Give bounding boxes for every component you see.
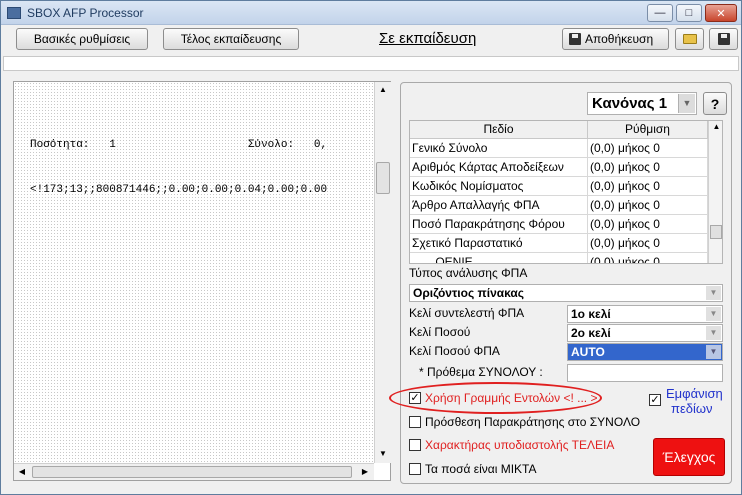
vat-analysis-label: Τύπος ανάλυσης ΦΠΑ <box>409 266 528 280</box>
table-row[interactable]: Σχετικό Παραστατικό (0,0) μήκος 0 <box>410 234 708 253</box>
fields-grid[interactable]: Πεδίο Ρύθμιση Γενικό Σύνολο (0,0) μήκος … <box>409 120 723 264</box>
disk-icon <box>717 33 730 45</box>
grid-cell-field: ...... ΟΕΝΙΕ <box>410 253 588 263</box>
grid-vscroll-thumb[interactable] <box>710 225 722 239</box>
grid-cell-setting[interactable]: (0,0) μήκος 0 <box>588 253 708 263</box>
grid-scroll-up-icon[interactable]: ▲ <box>711 122 722 131</box>
chevron-down-icon[interactable]: ▼ <box>706 345 721 359</box>
vat-analysis-select[interactable]: Οριζόντιος πίνακας ▼ <box>409 284 723 302</box>
scroll-down-icon[interactable]: ▼ <box>377 447 389 461</box>
table-row[interactable]: Αριθμός Κάρτας Αποδείξεων (0,0) μήκος 0 <box>410 158 708 177</box>
open-folder-button[interactable] <box>675 28 704 50</box>
grid-header-field[interactable]: Πεδίο <box>410 121 588 139</box>
scroll-right-icon[interactable]: ▶ <box>358 466 372 478</box>
rule-settings-panel: Κανόνας 1 ▼ ? Πεδίο Ρύθμιση Γενικό Σύνολ… <box>400 82 732 484</box>
table-row[interactable]: Γενικό Σύνολο (0,0) μήκος 0 <box>410 139 708 158</box>
amount-cell-label: Κελί Ποσού <box>409 325 471 339</box>
grid-cell-setting[interactable]: (0,0) μήκος 0 <box>588 158 708 177</box>
save-file-button[interactable] <box>709 28 738 50</box>
show-fields-checkbox[interactable]: ✓ <box>649 394 661 406</box>
basic-settings-button[interactable]: Βασικές ρυθμίσεις <box>16 28 148 50</box>
vat-rate-cell-select[interactable]: 1ο κελί ▼ <box>567 305 723 323</box>
total-prefix-input[interactable] <box>567 364 723 382</box>
rule-select-value: Κανόνας 1 <box>592 95 668 112</box>
chevron-down-icon[interactable]: ▼ <box>706 326 721 340</box>
grid-vertical-scrollbar[interactable]: ▲ <box>708 121 722 263</box>
grid-cell-field: Αριθμός Κάρτας Αποδείξεων <box>410 158 588 177</box>
table-row[interactable]: Κωδικός Νομίσματος (0,0) μήκος 0 <box>410 177 708 196</box>
scroll-up-icon[interactable]: ▲ <box>377 83 389 97</box>
grid-header-setting[interactable]: Ρύθμιση <box>588 121 708 139</box>
table-row[interactable]: ...... ΟΕΝΙΕ (0,0) μήκος 0 <box>410 253 708 263</box>
decimal-dot-checkbox[interactable] <box>409 439 421 451</box>
mixed-amounts-checkbox[interactable] <box>409 463 421 475</box>
grid-cell-setting[interactable]: (0,0) μήκος 0 <box>588 215 708 234</box>
vat-rate-cell-label: Κελί συντελεστή ΦΠΑ <box>409 306 525 320</box>
window-title: SBOX AFP Processor <box>27 6 144 20</box>
training-mode-title: Σε εκπαίδευση <box>379 30 477 47</box>
amount-cell-value: 2ο κελί <box>571 326 611 340</box>
table-row[interactable]: Ποσό Παρακράτησης Φόρου (0,0) μήκος 0 <box>410 215 708 234</box>
chevron-down-icon[interactable]: ▼ <box>706 286 721 300</box>
amount-cell-select[interactable]: 2ο κελί ▼ <box>567 324 723 342</box>
grid-cell-setting[interactable]: (0,0) μήκος 0 <box>588 177 708 196</box>
grid-header: Πεδίο Ρύθμιση <box>410 121 708 139</box>
save-button-label: Αποθήκευση <box>585 32 654 46</box>
vat-amount-cell-value: AUTO <box>571 345 605 359</box>
title-bar: SBOX AFP Processor — □ ✕ <box>1 1 741 25</box>
command-line-label[interactable]: Χρήση Γραμμής Εντολών <! ... > <box>425 391 597 405</box>
check-button[interactable]: Έλεγχος <box>653 438 725 476</box>
withholding-label[interactable]: Πρόσθεση Παρακράτησης στο ΣΥΝΟΛΟ <box>425 415 640 429</box>
end-training-button[interactable]: Τέλος εκπαίδευσης <box>163 28 299 50</box>
withholding-checkbox[interactable] <box>409 416 421 428</box>
grid-cell-setting[interactable]: (0,0) μήκος 0 <box>588 234 708 253</box>
maximize-button[interactable]: □ <box>676 4 702 22</box>
grid-cell-setting[interactable]: (0,0) μήκος 0 <box>588 139 708 158</box>
receipt-preview[interactable]: Ποσότητα: 1 Σύνολο: 0, <!173;13;;8008714… <box>13 81 391 481</box>
grid-cell-field: Ποσό Παρακράτησης Φόρου <box>410 215 588 234</box>
preview-vscroll-thumb[interactable] <box>376 162 390 194</box>
minimize-button[interactable]: — <box>647 4 673 22</box>
preview-hscroll-thumb[interactable] <box>32 466 352 478</box>
save-disk-icon <box>569 33 581 45</box>
app-icon <box>7 7 21 19</box>
folder-open-icon <box>682 34 697 44</box>
rule-select[interactable]: Κανόνας 1 ▼ <box>587 92 697 115</box>
command-line-checkbox[interactable]: ✓ <box>409 392 421 404</box>
help-button[interactable]: ? <box>703 92 727 115</box>
preview-horizontal-scrollbar[interactable]: ◀ ▶ <box>14 463 374 480</box>
show-fields-label[interactable]: Εμφάνιση <box>666 386 723 401</box>
grid-cell-field: Γενικό Σύνολο <box>410 139 588 158</box>
grid-cell-setting[interactable]: (0,0) μήκος 0 <box>588 196 708 215</box>
vat-rate-cell-value: 1ο κελί <box>571 307 611 321</box>
scroll-left-icon[interactable]: ◀ <box>15 466 29 478</box>
preview-line-command: <!173;13;;800871446;;0.00;0.00;0.04;0.00… <box>30 184 328 196</box>
save-button[interactable]: Αποθήκευση <box>562 28 669 50</box>
vat-amount-cell-select[interactable]: AUTO ▼ <box>567 343 723 361</box>
decimal-dot-label[interactable]: Χαρακτήρας υποδιαστολής ΤΕΛΕΙΑ <box>425 438 614 452</box>
vat-analysis-value: Οριζόντιος πίνακας <box>413 286 525 300</box>
preview-vertical-scrollbar[interactable]: ▲ ▼ <box>374 82 391 463</box>
mixed-amounts-label[interactable]: Τα ποσά είναι ΜΙΚΤΑ <box>425 462 536 476</box>
vat-amount-cell-label: Κελί Ποσού ΦΠΑ <box>409 344 500 358</box>
preview-text-area[interactable]: Ποσότητα: 1 Σύνολο: 0, <!173;13;;8008714… <box>14 82 374 463</box>
show-fields-label-line2[interactable]: πεδίων <box>671 401 713 416</box>
grid-cell-field: Κωδικός Νομίσματος <box>410 177 588 196</box>
grid-cell-field: Σχετικό Παραστατικό <box>410 234 588 253</box>
table-row[interactable]: Άρθρο Απαλλαγής ΦΠΑ (0,0) μήκος 0 <box>410 196 708 215</box>
total-prefix-label: * Πρόθεμα ΣΥΝΟΛΟΥ : <box>419 365 543 379</box>
chevron-down-icon[interactable]: ▼ <box>706 307 721 321</box>
chevron-down-icon[interactable]: ▼ <box>678 94 695 113</box>
preview-line-quantity: Ποσότητα: 1 Σύνολο: 0, <box>30 139 328 151</box>
app-window: SBOX AFP Processor — □ ✕ Βασικές ρυθμίσε… <box>0 0 742 495</box>
info-strip <box>3 56 739 71</box>
grid-cell-field: Άρθρο Απαλλαγής ΦΠΑ <box>410 196 588 215</box>
close-button[interactable]: ✕ <box>705 4 737 22</box>
